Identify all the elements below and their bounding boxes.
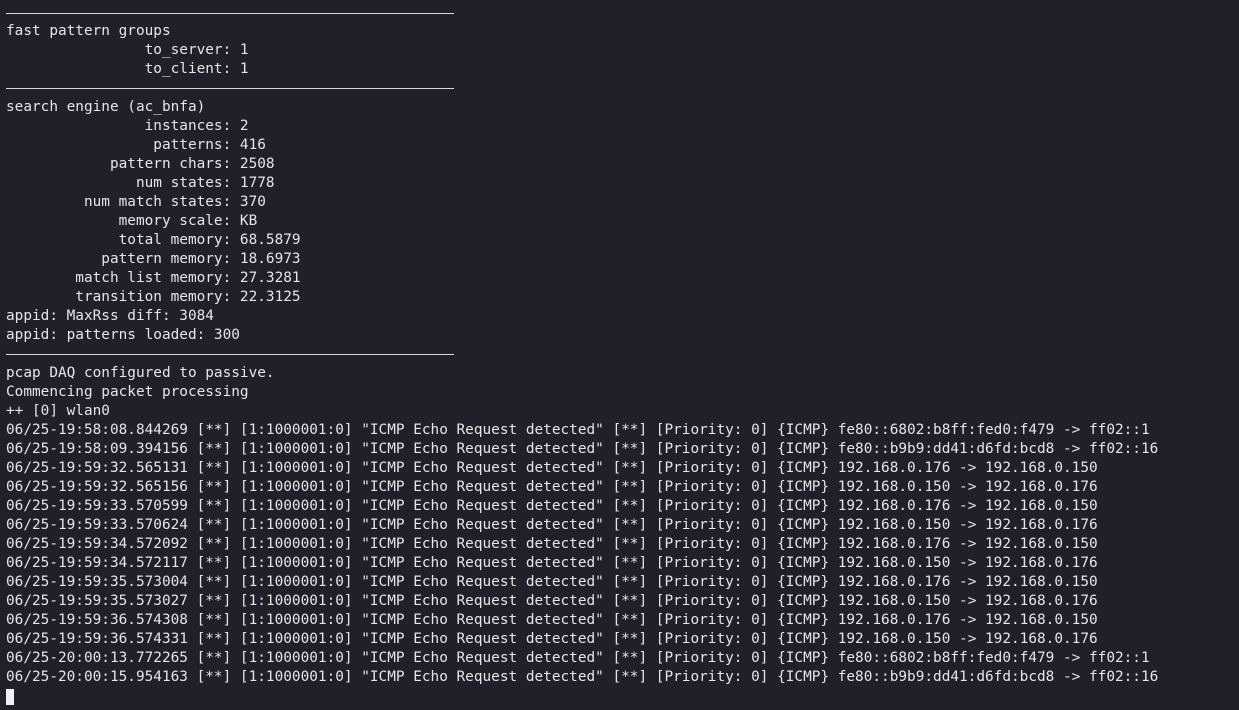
fast-pattern-title: fast pattern groups xyxy=(6,23,171,39)
alert-line: 06/25-19:59:32.565131 [**] [1:1000001:0]… xyxy=(6,460,1098,476)
alert-line: 06/25-19:59:33.570624 [**] [1:1000001:0]… xyxy=(6,517,1098,533)
to-server-line: to_server: 1 xyxy=(6,42,249,58)
alert-line: 06/25-19:58:09.394156 [**] [1:1000001:0]… xyxy=(6,441,1159,457)
text-cursor xyxy=(6,689,14,705)
separator xyxy=(6,345,1158,364)
total-memory-line: total memory: 68.5879 xyxy=(6,232,301,248)
alert-line: 06/25-19:59:33.570599 [**] [1:1000001:0]… xyxy=(6,498,1098,514)
separator xyxy=(6,13,454,14)
prompt-line[interactable] xyxy=(6,687,1158,706)
alert-line: 06/25-19:59:36.574308 [**] [1:1000001:0]… xyxy=(6,612,1098,628)
daq-status-line: pcap DAQ configured to passive. xyxy=(6,365,275,381)
search-engine-title: search engine (ac_bnfa) xyxy=(6,99,206,115)
interface-line: ++ [0] wlan0 xyxy=(6,403,110,419)
alert-line: 06/25-19:59:35.573004 [**] [1:1000001:0]… xyxy=(6,574,1098,590)
alert-line: 06/25-19:59:34.572092 [**] [1:1000001:0]… xyxy=(6,536,1098,552)
commencing-line: Commencing packet processing xyxy=(6,384,249,400)
appid-patterns-line: appid: patterns loaded: 300 xyxy=(6,327,240,343)
alert-line: 06/25-20:00:15.954163 [**] [1:1000001:0]… xyxy=(6,669,1159,685)
alert-line: 06/25-20:00:13.772265 [**] [1:1000001:0]… xyxy=(6,650,1150,666)
terminal-window[interactable]: fast pattern groups to_server: 1 to_clie… xyxy=(0,0,1239,710)
alert-line: 06/25-19:59:34.572117 [**] [1:1000001:0]… xyxy=(6,555,1098,571)
memory-scale-line: memory scale: KB xyxy=(6,213,258,229)
pattern-chars-line: pattern chars: 2508 xyxy=(6,156,275,172)
separator xyxy=(6,79,1158,98)
appid-maxrss-line: appid: MaxRss diff: 3084 xyxy=(6,308,214,324)
transition-memory-line: transition memory: 22.3125 xyxy=(6,289,301,305)
alert-line: 06/25-19:59:36.574331 [**] [1:1000001:0]… xyxy=(6,631,1098,647)
terminal-output: fast pattern groups to_server: 1 to_clie… xyxy=(6,22,1158,706)
alert-line: 06/25-19:58:08.844269 [**] [1:1000001:0]… xyxy=(6,422,1150,438)
num-states-line: num states: 1778 xyxy=(6,175,275,191)
instances-line: instances: 2 xyxy=(6,118,249,134)
patterns-line: patterns: 416 xyxy=(6,137,266,153)
alert-line: 06/25-19:59:35.573027 [**] [1:1000001:0]… xyxy=(6,593,1098,609)
to-client-line: to_client: 1 xyxy=(6,61,249,77)
pattern-memory-line: pattern memory: 18.6973 xyxy=(6,251,301,267)
alert-line: 06/25-19:59:32.565156 [**] [1:1000001:0]… xyxy=(6,479,1098,495)
match-list-memory-line: match list memory: 27.3281 xyxy=(6,270,301,286)
num-match-states-line: num match states: 370 xyxy=(6,194,266,210)
